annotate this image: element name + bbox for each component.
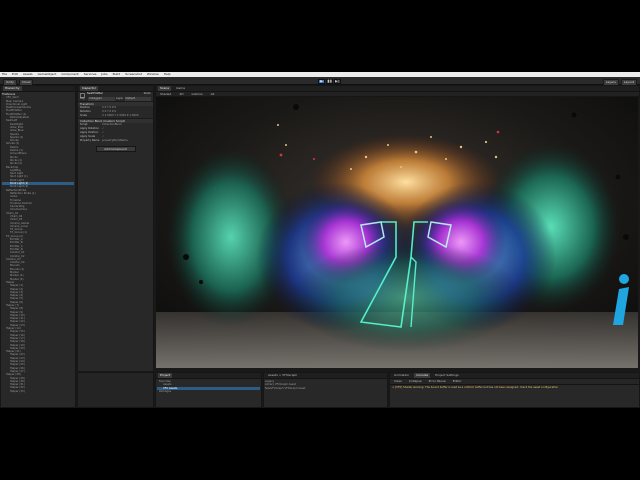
asset-browser: Assets > VFXGraph Legacy Library VFXGraph… [263, 372, 388, 408]
play-button[interactable]: ▶ [318, 78, 325, 84]
transform-fields: Position X 0 Y 0 Z 0 Rotation X 0 Y 0 Z 0 Sc… [78, 106, 153, 118]
hierarchy-panel: Hierarchy TrialScene VFX_Swirl Main Camer… [0, 85, 76, 408]
tab-console[interactable]: Console [414, 373, 431, 378]
tag-dropdown[interactable]: Untagged [88, 97, 115, 101]
console-warning[interactable]: ⚠ [VFX] Shader warning: The bound buffer… [390, 385, 639, 390]
layer-dropdown[interactable]: Default [124, 97, 151, 101]
tag-label: Tag [80, 97, 85, 100]
transform-row: Scale X 1.5000 Y 1.5000 Z 1.5000 [78, 114, 153, 118]
pause-icon: ❚❚ [326, 79, 333, 83]
console-collapse-button[interactable]: Collapse [407, 379, 424, 384]
tab-project-settings[interactable]: Project Settings [433, 373, 461, 378]
tab-game[interactable]: Game [174, 86, 187, 91]
field-value[interactable]: X 1.5000 Y 1.5000 Z 1.5000 [102, 114, 151, 118]
tab-inspector[interactable]: Inspector [80, 86, 98, 91]
tab-scene[interactable]: Scene [158, 86, 172, 91]
main-toolbar: Unity Cloud ▶ ❚❚ ▶❘ Layers Layout [0, 77, 640, 86]
scene-view[interactable] [156, 97, 638, 368]
console-message: [VFX] Shader warning: The bound buffer i… [395, 386, 559, 389]
play-icon: ▶ [320, 79, 323, 83]
console-panel: Animation Console Project Settings Clear Co… [389, 372, 640, 408]
hierarchy-tree: TrialScene VFX_Swirl Main Camera Direction… [1, 92, 75, 394]
project-panel: Project Favorites Assets VFX Assets Package… [155, 372, 262, 408]
field-value[interactable]: propertyBlockName [102, 139, 151, 143]
tab-project[interactable]: Project [158, 373, 173, 378]
field-label: Scale [80, 114, 87, 117]
inspector-panel: Inspector SwirlEmitter Static Tag Untagg… [77, 85, 154, 372]
tab-animation[interactable]: Animation [392, 373, 411, 378]
asset-item[interactable]: NewVFXGraph VFXGraph Asset [265, 387, 386, 390]
asset-breadcrumb[interactable]: Assets > VFXGraph [266, 373, 299, 378]
play-controls: ▶ ❚❚ ▶❘ [318, 78, 341, 84]
console-error-pause-button[interactable]: Error Pause [427, 379, 448, 384]
scene-tabbar: Scene Game Shaded 2D Gizmos All [155, 85, 640, 97]
layer-label: Layer [115, 97, 124, 100]
field-label: Property Name [80, 139, 100, 142]
console-editor-button[interactable]: Editor [451, 379, 464, 384]
component-fields: Script CollectionBlock Apply Rotation ✓ Appl… [78, 123, 153, 143]
pause-button[interactable]: ❚❚ [326, 78, 333, 84]
vfx-render [156, 97, 638, 368]
tab-hierarchy[interactable]: Hierarchy [3, 86, 22, 91]
hierarchy-item[interactable]: Helper (33) [2, 390, 74, 393]
step-icon: ▶❘ [335, 79, 340, 83]
editor-window: File Edit Assets GameObject Component Service… [0, 72, 640, 408]
console-clear-button[interactable]: Clear [392, 379, 404, 384]
add-component-button[interactable]: Add Component [95, 146, 136, 152]
inspector-footer [77, 372, 154, 408]
project-folder[interactable]: Packages [157, 390, 260, 393]
component-row: Property Name propertyBlockName [78, 139, 153, 143]
watermark-info-icon [613, 274, 629, 325]
step-button[interactable]: ▶❘ [334, 78, 341, 84]
